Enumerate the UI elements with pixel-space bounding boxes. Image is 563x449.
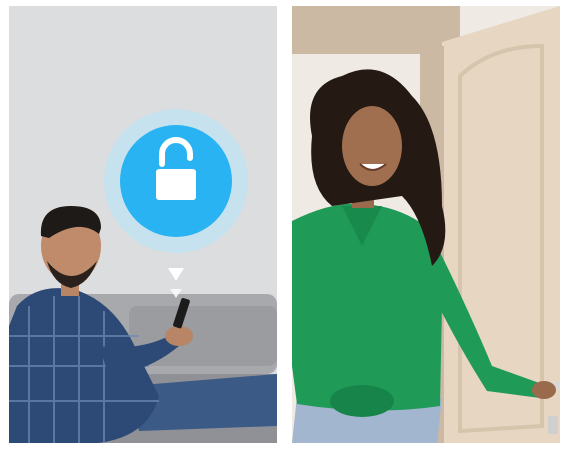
shirt-knot <box>330 385 394 417</box>
unlock-badge <box>104 109 248 253</box>
photo-collage <box>0 0 563 449</box>
right-photo-panel <box>292 6 560 443</box>
woman-at-door-illustration <box>292 6 560 443</box>
man-on-sofa-illustration <box>9 6 277 443</box>
door-lock <box>548 416 558 434</box>
hand <box>532 381 556 399</box>
face <box>342 106 402 186</box>
hand <box>165 326 193 346</box>
left-photo-panel <box>9 6 277 443</box>
